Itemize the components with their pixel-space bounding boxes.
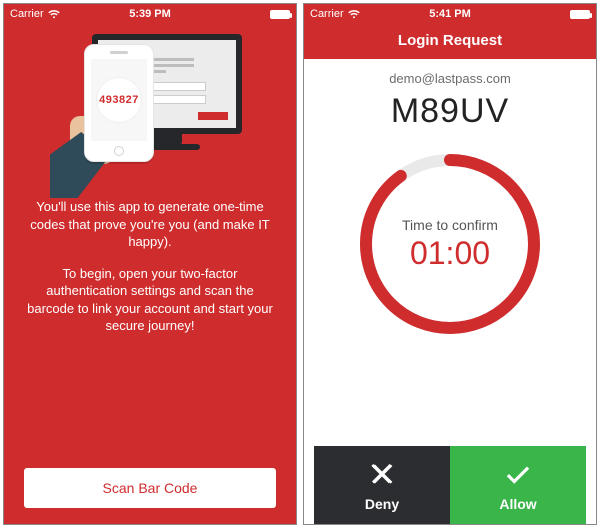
allow-label: Allow	[499, 496, 536, 512]
phone-icon: 493827	[84, 44, 154, 162]
battery-icon	[270, 10, 290, 19]
clock: 5:39 PM	[129, 8, 171, 20]
status-bar: Carrier 5:41 PM	[304, 4, 596, 24]
countdown-timer: Time to confirm 01:00	[355, 149, 545, 339]
check-icon	[503, 459, 533, 492]
screenshot-login-request: Carrier 5:41 PM Login Request demo@lastp…	[303, 3, 597, 525]
login-request-body: demo@lastpass.com M89UV Time to confirm …	[304, 59, 596, 524]
wifi-icon	[48, 10, 60, 19]
onboarding-body: 493827 You'll use this app to generate o…	[4, 24, 296, 524]
battery-icon	[570, 10, 590, 19]
status-bar: Carrier 5:39 PM	[4, 4, 296, 24]
carrier-label: Carrier	[10, 8, 44, 20]
intro-text-2: To begin, open your two-factor authentic…	[24, 265, 276, 335]
allow-button[interactable]: Allow	[450, 446, 586, 524]
screenshot-onboarding: Carrier 5:39 PM	[3, 3, 297, 525]
verification-code: M89UV	[391, 92, 509, 131]
clock: 5:41 PM	[429, 8, 471, 20]
scan-barcode-button[interactable]: Scan Bar Code	[24, 468, 276, 508]
onboarding-illustration: 493827	[50, 28, 250, 198]
wifi-icon	[348, 10, 360, 19]
close-icon	[367, 459, 397, 492]
page-title: Login Request	[304, 24, 596, 59]
carrier-label: Carrier	[310, 8, 344, 20]
deny-button[interactable]: Deny	[314, 446, 450, 524]
intro-text-1: You'll use this app to generate one-time…	[24, 198, 276, 251]
account-email: demo@lastpass.com	[389, 71, 511, 86]
deny-label: Deny	[365, 496, 399, 512]
sample-otp-code: 493827	[96, 77, 142, 123]
